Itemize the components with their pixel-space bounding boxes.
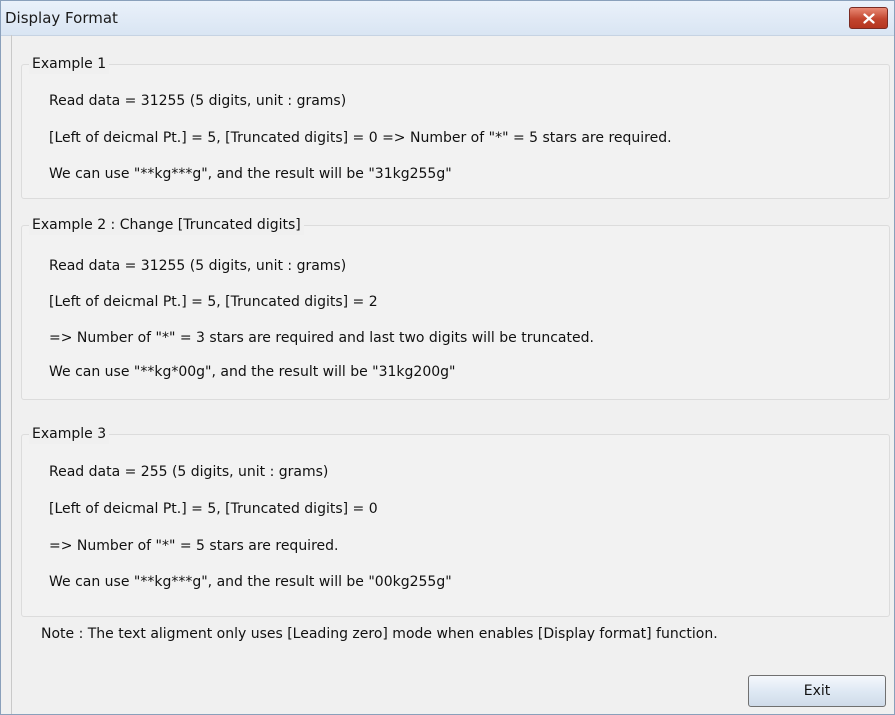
group-title: Example 2 : Change [Truncated digits] [29,215,304,235]
example-2-line-3: => Number of "*" = 3 stars are required … [49,330,594,346]
display-format-dialog: Display Format Example 1 Read data = 312… [0,0,895,715]
example-3-line-4: We can use "**kg***g", and the result wi… [49,574,452,590]
title-bar[interactable]: Display Format [1,1,894,36]
example-1-line-3: We can use "**kg***g", and the result wi… [49,166,452,182]
example-3-group: Example 3 Read data = 255 (5 digits, uni… [21,424,890,617]
left-border [11,35,12,714]
example-2-line-2: [Left of deicmal Pt.] = 5, [Truncated di… [49,294,378,310]
exit-button[interactable]: Exit [748,675,886,707]
example-2-line-4: We can use "**kg*00g", and the result wi… [49,364,456,380]
example-3-line-1: Read data = 255 (5 digits, unit : grams) [49,464,329,480]
window-title: Display Format [5,9,118,27]
group-title: Example 3 [29,424,110,444]
example-1-line-1: Read data = 31255 (5 digits, unit : gram… [49,93,347,109]
example-2-group: Example 2 : Change [Truncated digits] Re… [21,215,890,400]
example-1-group: Example 1 Read data = 31255 (5 digits, u… [21,54,890,199]
close-button[interactable] [849,7,888,29]
example-2-line-1: Read data = 31255 (5 digits, unit : gram… [49,258,347,274]
close-icon [862,12,875,24]
example-3-line-2: [Left of deicmal Pt.] = 5, [Truncated di… [49,501,378,517]
example-1-line-2: [Left of deicmal Pt.] = 5, [Truncated di… [49,130,672,146]
example-3-line-3: => Number of "*" = 5 stars are required. [49,538,339,554]
note-text: Note : The text aligment only uses [Lead… [41,626,718,642]
group-title: Example 1 [29,54,110,74]
